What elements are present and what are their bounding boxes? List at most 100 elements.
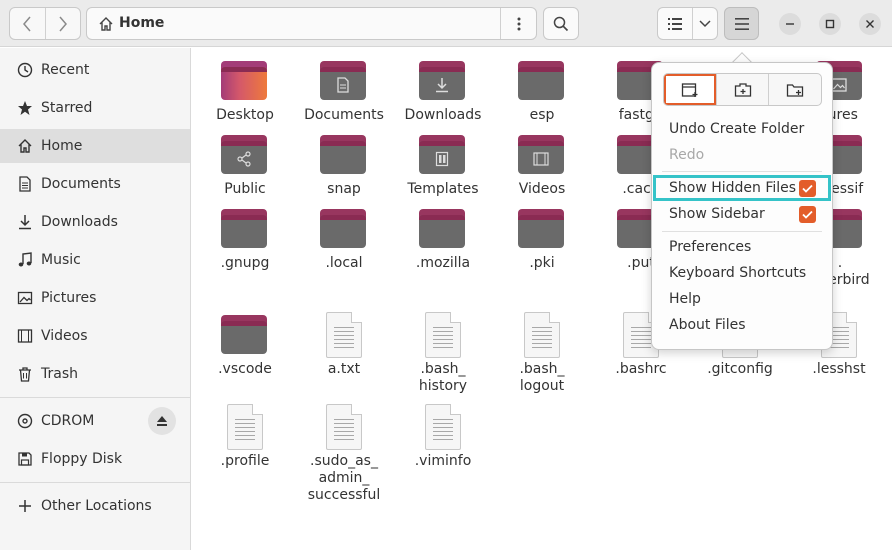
file-item[interactable]: snap	[294, 132, 394, 198]
keyboard-shortcuts-item[interactable]: Keyboard Shortcuts	[653, 260, 831, 286]
video-icon	[17, 328, 33, 344]
menu-item-label: Keyboard Shortcuts	[669, 265, 807, 281]
file-label: Downloads	[404, 107, 482, 123]
folder-icon	[417, 206, 469, 252]
file-item[interactable]: .bash_ history	[393, 312, 493, 395]
sidebar-item-trash[interactable]: Trash	[0, 357, 190, 391]
downloads-folder-icon	[417, 58, 469, 104]
close-button[interactable]	[859, 13, 881, 35]
text-file-icon	[318, 404, 370, 450]
new-window-button[interactable]	[664, 74, 716, 105]
folder-icon	[219, 206, 271, 252]
sidebar-item-label: Videos	[41, 328, 88, 344]
sidebar-item-label: Music	[41, 252, 81, 268]
eject-button[interactable]	[148, 407, 176, 435]
sidebar-item-cdrom[interactable]: CDROM	[0, 404, 190, 438]
folder-icon	[318, 206, 370, 252]
view-options-button[interactable]	[693, 8, 717, 39]
sidebar-item-starred[interactable]: Starred	[0, 91, 190, 125]
file-item[interactable]: .profile	[195, 404, 295, 470]
file-item[interactable]: .gnupg	[195, 206, 295, 272]
star-icon	[17, 100, 33, 116]
new-tab-button[interactable]	[715, 74, 769, 105]
navigation-buttons	[9, 7, 81, 40]
file-item[interactable]: .bash_ logout	[492, 312, 592, 395]
sidebar-item-documents[interactable]: Documents	[0, 167, 190, 201]
file-label: a.txt	[327, 361, 361, 377]
sidebar-item-other-locations[interactable]: Other Locations	[0, 489, 190, 523]
share-emblem-icon	[234, 149, 254, 169]
music-icon	[17, 252, 33, 268]
forward-button[interactable]	[44, 8, 81, 39]
back-button[interactable]	[10, 8, 45, 39]
list-view-button[interactable]	[658, 8, 694, 39]
sidebar-item-label: Documents	[41, 176, 121, 192]
file-label: Templates	[407, 181, 479, 197]
about-files-item[interactable]: About Files	[653, 312, 831, 338]
file-item[interactable]: .pki	[492, 206, 592, 272]
file-label: .gitconfig	[707, 361, 773, 377]
file-item[interactable]: .viminfo	[393, 404, 493, 470]
file-item[interactable]: a.txt	[294, 312, 394, 378]
file-item[interactable]: esp	[492, 58, 592, 124]
menu-item-label: Show Hidden Files	[669, 180, 797, 196]
show-hidden-files-item[interactable]: Show Hidden Files	[653, 175, 831, 201]
download-icon	[17, 214, 33, 230]
show-sidebar-checkbox[interactable]	[799, 205, 816, 223]
file-item[interactable]: Public	[195, 132, 295, 198]
show-hidden-files-checkbox[interactable]	[799, 179, 816, 197]
file-item[interactable]: Documents	[294, 58, 394, 124]
sidebar-item-downloads[interactable]: Downloads	[0, 205, 190, 239]
home-icon	[17, 138, 33, 154]
sidebar-item-label: Downloads	[41, 214, 118, 230]
file-item[interactable]: Desktop	[195, 58, 295, 124]
minimize-button[interactable]	[779, 13, 801, 35]
help-item[interactable]: Help	[653, 286, 831, 312]
file-item[interactable]: .mozilla	[393, 206, 493, 272]
new-folder-button[interactable]	[768, 74, 821, 105]
file-label: snap	[327, 181, 361, 197]
search-button[interactable]	[543, 7, 579, 40]
file-label: .vscode	[218, 361, 272, 377]
file-item[interactable]: .vscode	[195, 312, 295, 378]
sidebar-item-floppy-disk[interactable]: Floppy Disk	[0, 442, 190, 476]
file-label: .bashrc	[615, 361, 667, 377]
path-bar[interactable]: Home	[86, 7, 537, 40]
undo-create-folder-item[interactable]: Undo Create Folder	[653, 116, 831, 142]
file-item[interactable]: .local	[294, 206, 394, 272]
templates-folder-icon	[417, 132, 469, 178]
file-item[interactable]: Videos	[492, 132, 592, 198]
text-file-icon	[417, 404, 469, 450]
sidebar-item-home[interactable]: Home	[0, 129, 190, 163]
view-buttons	[657, 7, 718, 40]
sidebar-item-pictures[interactable]: Pictures	[0, 281, 190, 315]
file-label: Desktop	[216, 107, 274, 123]
file-label: .local	[325, 255, 363, 271]
sidebar-item-recent[interactable]: Recent	[0, 53, 190, 87]
sidebar-item-videos[interactable]: Videos	[0, 319, 190, 353]
file-label: .lesshst	[812, 361, 866, 377]
sidebar: Recent Starred Home Documents Downloads …	[0, 48, 191, 550]
text-file-icon	[516, 312, 568, 358]
minimize-icon	[786, 23, 794, 25]
sidebar-item-music[interactable]: Music	[0, 243, 190, 277]
menu-divider	[662, 171, 822, 172]
file-label: .pki	[529, 255, 555, 271]
file-item[interactable]: Templates	[393, 132, 493, 198]
header-bar: Home	[0, 0, 892, 47]
sidebar-item-label: Starred	[41, 100, 93, 116]
file-label: .profile	[220, 453, 270, 469]
floppy-icon	[17, 451, 33, 467]
maximize-button[interactable]	[819, 13, 841, 35]
main-menu-button[interactable]	[724, 7, 759, 40]
new-window-icon	[681, 82, 698, 97]
show-sidebar-item[interactable]: Show Sidebar	[653, 201, 831, 227]
preferences-item[interactable]: Preferences	[653, 234, 831, 260]
text-file-icon	[318, 312, 370, 358]
download-emblem-icon	[432, 75, 452, 95]
file-item[interactable]: .sudo_as_ admin_ successful	[294, 404, 394, 504]
file-item[interactable]: Downloads	[393, 58, 493, 124]
path-menu-button[interactable]	[500, 8, 536, 39]
document-icon	[17, 176, 33, 192]
sidebar-item-label: Floppy Disk	[41, 451, 123, 467]
